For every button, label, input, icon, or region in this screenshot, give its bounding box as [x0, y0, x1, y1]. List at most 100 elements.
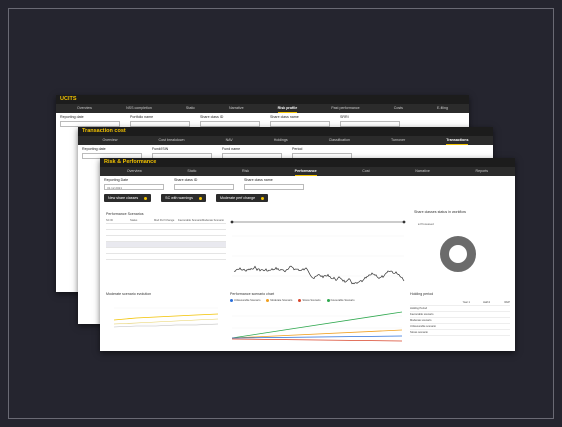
perf-chart-title: Performance scenario chart [230, 292, 275, 296]
tab-nav[interactable]: NAV [226, 136, 233, 145]
column-header: Status [130, 219, 138, 222]
filter-label: Share class ID [200, 115, 224, 119]
holding-period-table: Year 1 Half-3 RHP Holding Period Favourable … [410, 300, 510, 336]
column-header: SC ID [106, 219, 113, 222]
button-label: New share classes [108, 196, 139, 200]
perf-chart-legend: Unfavourable Scenario Moderate Scenario St… [230, 299, 355, 302]
legend-dot-icon [266, 299, 270, 302]
table-cell: Favourable scenario [410, 313, 434, 316]
moderate-line-3 [113, 323, 219, 328]
tab-transactions[interactable]: Transactions [446, 136, 469, 145]
column-header: Favourable Scenario [178, 219, 202, 222]
moderate-evolution-chart [113, 307, 219, 328]
table-cell: Stress scenario [410, 331, 428, 334]
window-risk-performance: Risk & Performance Overview Static Risk Per… [100, 158, 515, 351]
window-title: Risk & Performance [100, 158, 515, 167]
tab-overview[interactable]: Overview [77, 104, 92, 113]
tab-bar: Overview Static Risk Performance Cost Narrati… [100, 167, 515, 176]
tab-overview[interactable]: Overview [127, 167, 142, 176]
button-label: SC with warnings [165, 196, 193, 200]
filter-label: Reporting date [82, 147, 106, 151]
perf-scenarios-title: Performance Scenarios [106, 212, 144, 216]
quick-filter-button[interactable]: Moderate perf change [215, 194, 269, 202]
filter-label: Reporting Date [104, 178, 129, 182]
filter-field: Share class ID [174, 178, 234, 192]
filter-select[interactable] [174, 184, 234, 190]
table-cell: Holding Period [410, 307, 428, 310]
donut-value: 5 [456, 250, 460, 255]
column-header: Moderate Scenario [202, 219, 224, 222]
tab-narrative[interactable]: Narrative [229, 104, 244, 113]
filter-dot-icon [144, 196, 148, 200]
legend-item: Moderate Scenario [266, 299, 292, 302]
column-header: Half-3 [483, 301, 490, 304]
filter-label: Period [292, 147, 303, 151]
column-header: Mod Perf Change [154, 219, 175, 222]
button-label: Moderate perf change [219, 196, 256, 200]
legend-label: Unfavourable Scenario [234, 299, 261, 303]
performance-table: SC ID Status Mod Perf Change Favourable Sce… [106, 218, 226, 260]
tab-holdings[interactable]: Holdings [274, 136, 288, 145]
tab-performance[interactable]: Performance [294, 167, 317, 176]
legend-dot-icon [230, 299, 233, 302]
quick-filter-button[interactable]: SC with warnings [161, 194, 206, 202]
filter-label: SRRI [340, 115, 349, 119]
filter-label: Share class name [244, 178, 273, 182]
filter-dot-icon [261, 196, 265, 200]
filter-select[interactable]: 31.12.2021 [104, 184, 164, 190]
filter-bar: Reporting Date 31.12.2021 Share class ID Sh… [100, 176, 515, 194]
legend-item: Favourable Scenario [326, 299, 355, 303]
quick-filter-buttons: New share classes SC with warnings Moderat… [100, 194, 515, 202]
column-header: Year 1 [462, 301, 470, 304]
filter-select[interactable] [244, 184, 304, 190]
tab-turnover[interactable]: Turnover [391, 136, 405, 145]
legend-item: Unfavourable Scenario [230, 299, 260, 302]
tab-cost[interactable]: Cost [362, 167, 369, 176]
share-status-title: Share classes status in workflow [414, 210, 466, 214]
legend-dot-icon [326, 299, 330, 302]
legend-dot-icon [298, 299, 302, 302]
tab-e-filing[interactable]: E-filing [437, 104, 448, 113]
price-line-chart [228, 216, 408, 294]
moderate-line-1 [113, 313, 219, 321]
ring-legend: ● Processed [418, 222, 434, 226]
filter-label: Portfolio name [130, 115, 154, 119]
filter-dot-icon [198, 196, 202, 200]
moderate-line-2 [113, 318, 219, 325]
filter-label: Share class ID [174, 178, 198, 182]
tab-bar: Overview NSS completion Static Narrative Ris… [56, 104, 469, 113]
filter-field: Reporting Date 31.12.2021 [104, 178, 164, 192]
legend-label: Favourable Scenario [330, 299, 355, 303]
table-cell: Unfavourable scenario [410, 325, 436, 328]
stress-line [231, 338, 403, 342]
column-header: RHP [504, 301, 510, 304]
tab-past-performance[interactable]: Past performance [331, 104, 359, 113]
tab-narrative[interactable]: Narrative [415, 167, 430, 176]
tab-overview[interactable]: Overview [103, 136, 118, 145]
tab-risk[interactable]: Risk [242, 167, 249, 176]
tab-cost-breakdown[interactable]: Cost breakdown [159, 136, 185, 145]
slider-handle-end[interactable] [402, 220, 406, 224]
table-row[interactable] [106, 254, 226, 260]
legend-label: Moderate Scenario [270, 299, 293, 303]
window-title: Transaction cost [78, 127, 493, 136]
tab-costs[interactable]: Costs [394, 104, 403, 113]
table-row: Stress scenario [410, 330, 510, 336]
tab-reports[interactable]: Reports [476, 167, 489, 176]
legend-label: Stress Scenario [302, 299, 321, 303]
filter-label: Share class name [270, 115, 299, 119]
slider-handle-start[interactable] [230, 220, 234, 224]
legend-item: Stress Scenario [298, 299, 321, 303]
tab-nss-completion[interactable]: NSS completion [126, 104, 152, 113]
table-cell: Moderate scenario [410, 319, 432, 322]
status-donut-chart: 5 [440, 236, 476, 272]
tab-bar: Overview Cost breakdown NAV Holdings Classif… [78, 136, 493, 145]
window-title: UCITS [56, 95, 469, 104]
filter-label: Reporting date [60, 115, 84, 119]
quick-filter-button[interactable]: New share classes [104, 194, 152, 202]
tab-static[interactable]: Static [186, 104, 195, 113]
tab-static[interactable]: Static [187, 167, 196, 176]
filter-label: Fund name [222, 147, 241, 151]
tab-risk-profile[interactable]: Risk profile [277, 104, 297, 113]
tab-classification[interactable]: Classification [329, 136, 350, 145]
